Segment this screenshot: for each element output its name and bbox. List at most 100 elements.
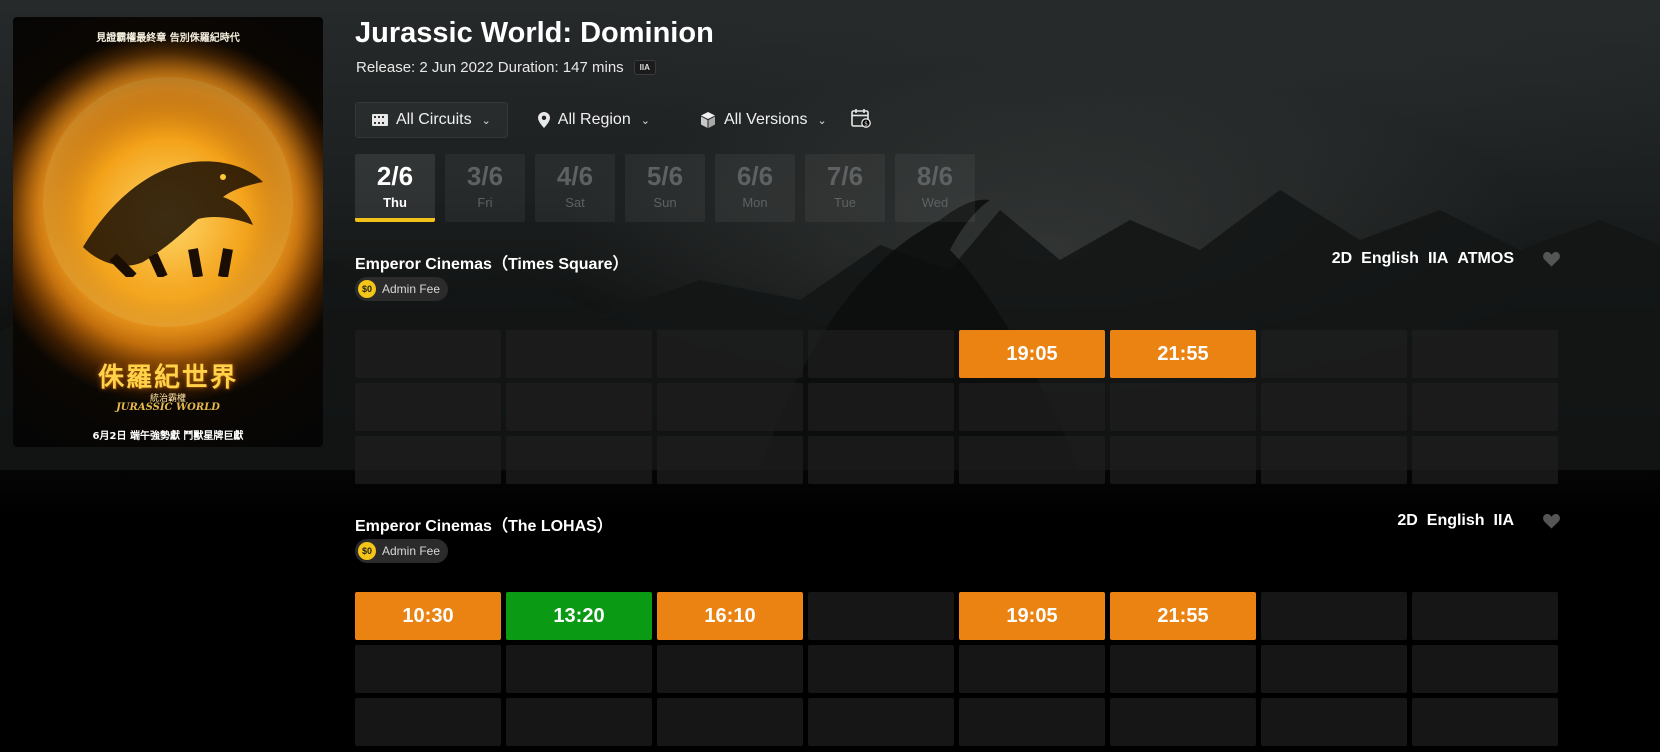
region-label: All Region — [557, 111, 631, 128]
showtime-empty-slot — [657, 383, 803, 431]
showtime-empty-slot — [506, 645, 652, 693]
date-tab[interactable]: 3/6 Fri — [445, 154, 525, 222]
showtime-grid: 19:05 21:55 — [355, 330, 1558, 484]
showtime-empty-slot — [1110, 436, 1256, 484]
cube-icon — [700, 112, 715, 128]
cinema-name[interactable]: Emperor Cinemas（Times Square） — [355, 250, 629, 274]
coin-icon: $0 — [358, 280, 376, 298]
favorite-button[interactable] — [1543, 251, 1560, 267]
cinema-section: Emperor Cinemas（The LOHAS） 2D English II… — [355, 512, 1560, 752]
cinema-name[interactable]: Emperor Cinemas（The LOHAS） — [355, 512, 613, 536]
movie-poster: 見證霸權最終章 告別侏羅紀時代 侏羅紀世界 統治霸權 JURASSIC WORL… — [13, 17, 323, 447]
date-tab-weekday: Sat — [565, 195, 585, 210]
date-tab-date: 4/6 — [556, 161, 594, 191]
showtime-empty-slot — [1261, 698, 1407, 746]
date-tab[interactable]: 8/6 Wed — [895, 154, 975, 222]
favorite-button[interactable] — [1543, 513, 1560, 529]
poster-title: 侏羅紀世界 — [97, 363, 238, 393]
tag-rating: IIA — [1493, 512, 1514, 529]
movie-meta: Release: 2 Jun 2022 Duration: 147 mins I… — [356, 59, 656, 76]
showtime-empty-slot — [1261, 436, 1407, 484]
cinema-tags: 2D English IIA ATMOS — [1332, 250, 1560, 268]
showtime-button[interactable]: 21:55 — [1110, 592, 1256, 640]
date-tab[interactable]: 7/6 Tue — [805, 154, 885, 222]
showtime-empty-slot — [1261, 330, 1407, 378]
showtime-empty-slot — [808, 383, 954, 431]
poster-dinosaur-artwork — [83, 161, 263, 277]
admin-fee-badge: $0 Admin Fee — [355, 277, 449, 301]
coin-icon: $0 — [358, 542, 376, 560]
showtime-empty-slot — [506, 330, 652, 378]
map-pin-icon — [537, 112, 550, 128]
date-tab[interactable]: 4/6 Sat — [535, 154, 615, 222]
showtime-empty-slot — [355, 383, 501, 431]
showtime-empty-slot — [1412, 383, 1558, 431]
date-tab-date: 8/6 — [916, 161, 954, 191]
circuits-dropdown[interactable]: All Circuits ⌄ — [355, 102, 508, 138]
date-tab-weekday: Mon — [742, 195, 768, 210]
date-tab-date: 6/6 — [736, 161, 774, 191]
showtimes-page: 見證霸權最終章 告別侏羅紀時代 侏羅紀世界 統治霸權 JURASSIC WORL… — [0, 0, 1660, 752]
date-tab-date: 7/6 — [826, 161, 864, 191]
date-tab-date: 3/6 — [466, 161, 504, 191]
versions-dropdown[interactable]: All Versions ⌄ — [684, 102, 843, 138]
showtime-empty-slot — [808, 698, 954, 746]
showtime-button[interactable]: 10:30 — [355, 592, 501, 640]
showtime-empty-slot — [959, 436, 1105, 484]
movie-title: Jurassic World: Dominion — [355, 17, 714, 49]
circuits-label: All Circuits — [396, 111, 472, 128]
cinema-tags: 2D English IIA — [1397, 512, 1560, 530]
film-strip-icon — [372, 114, 388, 126]
showtime-empty-slot — [1412, 330, 1558, 378]
versions-label: All Versions — [723, 111, 808, 128]
showtime-button[interactable]: 13:20 — [506, 592, 652, 640]
cinema-section: Emperor Cinemas（Times Square） 2D English… — [355, 250, 1560, 484]
showtime-empty-slot — [506, 383, 652, 431]
heart-icon — [1543, 513, 1560, 528]
showtime-empty-slot — [1261, 383, 1407, 431]
showtime-button[interactable]: 19:05 — [959, 330, 1105, 378]
svg-text:$: $ — [864, 120, 868, 127]
tag-format: 2D — [1397, 512, 1418, 529]
showtime-empty-slot — [1261, 645, 1407, 693]
tag-language: English — [1426, 512, 1485, 529]
showtime-empty-slot — [657, 645, 803, 693]
showtime-empty-slot — [1261, 592, 1407, 640]
showtime-empty-slot — [657, 436, 803, 484]
date-tab-weekday: Thu — [383, 195, 407, 210]
showtime-empty-slot — [808, 330, 954, 378]
showtime-empty-slot — [1412, 698, 1558, 746]
date-tab-weekday: Tue — [834, 195, 856, 210]
tag-sound: ATMOS — [1457, 250, 1514, 267]
showtime-empty-slot — [808, 436, 954, 484]
showtime-empty-slot — [1110, 383, 1256, 431]
date-tab[interactable]: 5/6 Sun — [625, 154, 705, 222]
region-dropdown[interactable]: All Region ⌄ — [522, 102, 666, 138]
heart-icon — [1543, 251, 1560, 266]
showtime-empty-slot — [1110, 698, 1256, 746]
chevron-down-icon: ⌄ — [640, 114, 650, 127]
showtime-empty-slot — [657, 698, 803, 746]
chevron-down-icon: ⌄ — [481, 114, 491, 127]
showtime-button[interactable]: 19:05 — [959, 592, 1105, 640]
calendar-price-icon: $ — [850, 108, 871, 128]
date-tab-date: 5/6 — [646, 161, 684, 191]
date-tab[interactable]: 6/6 Mon — [715, 154, 795, 222]
showtime-empty-slot — [355, 698, 501, 746]
showtime-button[interactable]: 21:55 — [1110, 330, 1256, 378]
poster-tagline: 見證霸權最終章 告別侏羅紀時代 — [96, 33, 240, 44]
calendar-button[interactable]: $ — [850, 108, 871, 133]
date-tab-weekday: Fri — [477, 195, 493, 210]
showtime-empty-slot — [959, 645, 1105, 693]
filter-bar: All Circuits ⌄ All Region ⌄ All Versions… — [355, 102, 871, 138]
showtime-empty-slot — [808, 645, 954, 693]
showtime-empty-slot — [1412, 592, 1558, 640]
tag-language: English — [1361, 250, 1419, 267]
showtime-empty-slot — [506, 436, 652, 484]
showtime-button[interactable]: 16:10 — [657, 592, 803, 640]
date-tab[interactable]: 2/6 Thu — [355, 154, 435, 222]
tag-rating: IIA — [1427, 250, 1449, 267]
showtime-grid: 10:30 13:20 16:10 19:05 21:55 — [355, 592, 1558, 746]
date-tab-weekday: Wed — [921, 195, 949, 210]
showtime-empty-slot — [355, 436, 501, 484]
